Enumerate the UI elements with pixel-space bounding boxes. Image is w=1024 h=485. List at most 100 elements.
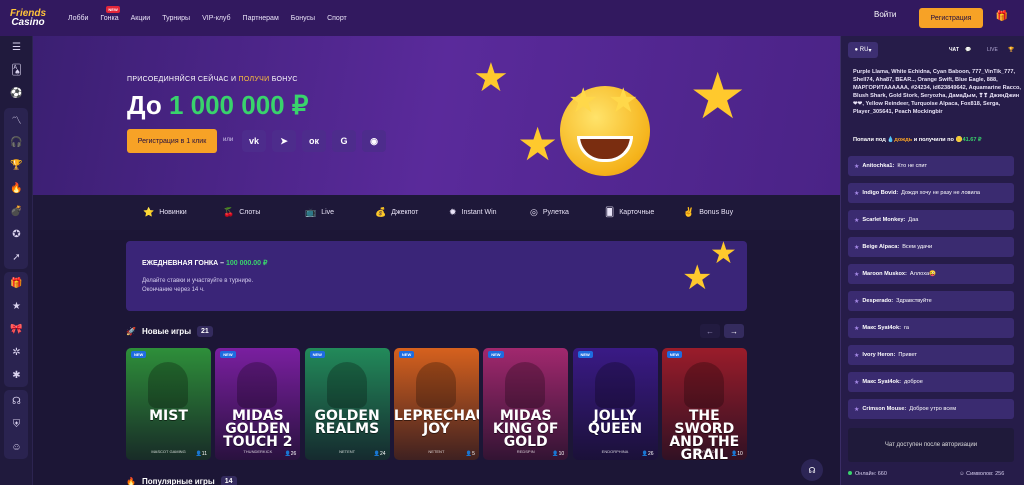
game-card[interactable]: NEW MIDAS GOLDEN TOUCH 2 THUNDERKICK 👤26 xyxy=(215,348,301,460)
category-roulette[interactable]: ◎ Рулетка xyxy=(530,195,569,230)
football-icon[interactable]: ⚽ xyxy=(0,82,33,105)
hero-banner[interactable]: ПРИСОЕДИНЯЙСЯ СЕЙЧАС И ПОЛУЧИ БОНУС До 1… xyxy=(33,36,840,195)
chat-username[interactable]: Ivory Heron: xyxy=(862,352,895,358)
lightning-icon[interactable]: ✱ xyxy=(4,364,29,387)
nav-race[interactable]: Гонка NEW xyxy=(94,5,124,22)
game-card[interactable]: NEW MIDAS KING OF GOLD REDSPIN 👤10 xyxy=(483,348,569,460)
chat-message: ★ Макс Syat4ok: ra xyxy=(848,318,1014,338)
daily-race-banner[interactable]: ЕЖЕДНЕВНАЯ ГОНКА – 100 000.00 ₽ Делайте … xyxy=(126,241,747,311)
players-count: 👤10 xyxy=(731,451,743,457)
section-count: 21 xyxy=(197,325,213,337)
login-link[interactable]: Войти xyxy=(874,10,896,19)
fire-icon[interactable]: 🔥 xyxy=(4,177,29,200)
present-icon[interactable]: 🎀 xyxy=(4,318,29,341)
trophy-icon[interactable]: 🏆 xyxy=(4,154,29,177)
game-title: LEPRECHAUN JOY xyxy=(393,408,479,437)
language-selector[interactable]: ● RU ▾ xyxy=(848,42,878,58)
vk-icon[interactable]: vk xyxy=(242,130,266,152)
category-cards[interactable]: 🂠 Карточные xyxy=(605,195,654,230)
chat-disabled-notice: Чат доступен после авторизации xyxy=(848,428,1014,462)
chat-text: Здравствуйте xyxy=(896,298,932,304)
chat-username[interactable]: Desperado: xyxy=(862,298,893,304)
game-card[interactable]: NEW MIST MASCOT GAMING 👤11 xyxy=(126,348,211,460)
chat-message: ★ Scarlet Monkey: Даа xyxy=(848,210,1014,230)
nav-promotions[interactable]: Акции xyxy=(125,15,157,22)
cherry-icon: 🍒 xyxy=(223,207,235,217)
next-arrow-button[interactable]: → xyxy=(724,324,744,338)
roulette-icon: ◎ xyxy=(530,207,538,217)
odnoklassniki-icon[interactable]: ок xyxy=(302,130,326,152)
chat-text: доброе xyxy=(903,379,923,385)
game-character-art xyxy=(594,362,635,408)
category-bonus-buy[interactable]: ✌ Bonus Buy xyxy=(683,195,733,230)
chat-username[interactable]: Макс Syat4ok: xyxy=(862,379,901,385)
register-button[interactable]: Регистрация xyxy=(919,8,983,28)
chat-username[interactable]: Макс Syat4ok: xyxy=(862,325,901,331)
new-badge: NEW xyxy=(398,351,415,358)
nav-lobby[interactable]: Лобби xyxy=(62,15,94,22)
tab-chat[interactable]: ЧАТ xyxy=(949,47,959,53)
chat-username[interactable]: Indigo Bovid: xyxy=(862,190,898,196)
account-icon[interactable]: ☺ xyxy=(4,436,29,459)
cards-icon[interactable]: 🂡 xyxy=(0,59,33,82)
game-card[interactable]: NEWTHE SWORD AND THE GRAIL EXCALIBURPLAY… xyxy=(661,348,747,460)
chat-text: Аллоха😜 xyxy=(909,271,937,277)
nav-sport[interactable]: Спорт xyxy=(321,15,353,22)
rocket-icon[interactable]: ➚ xyxy=(4,246,29,269)
nav-tournaments[interactable]: Турниры xyxy=(156,15,196,22)
section-title: Новые игры xyxy=(141,326,192,336)
nav-bonuses[interactable]: Бонусы xyxy=(285,15,321,22)
rain-summary: Попали под 💧дождь и получили по 🪙41.67 ₽ xyxy=(853,137,982,143)
chat-message: ★ Макс Syat4ok: доброе xyxy=(848,372,1014,392)
burst-icon: ✹ xyxy=(449,207,457,217)
new-badge: NEW xyxy=(131,351,147,358)
google-icon[interactable]: G xyxy=(332,130,356,152)
category-slots[interactable]: 🍒 Слоты xyxy=(223,195,260,230)
favorite-icon[interactable]: ★ xyxy=(4,295,29,318)
nav-partners[interactable]: Партнерам xyxy=(237,15,285,22)
chat-username[interactable]: Beige Alpaca: xyxy=(862,244,899,250)
game-card[interactable]: NEWLEPRECHAUN JOYNETENT👤5 xyxy=(393,348,479,460)
category-live[interactable]: 📺 Live xyxy=(305,195,334,230)
chat-bubble-icon[interactable]: 💬 xyxy=(965,47,971,53)
game-card[interactable]: NEW JOLLY QUEEN ENDORPHINA 👤26 xyxy=(572,348,658,460)
category-new[interactable]: ⭐ Новинки xyxy=(143,195,187,230)
category-jackpot[interactable]: 💰 Джекпот xyxy=(375,195,418,230)
star-decoration-icon: ★ xyxy=(710,241,737,270)
players-count: 👤10 xyxy=(552,451,565,457)
headphones-icon[interactable]: 🎧 xyxy=(4,131,29,154)
main-nav: Лобби Гонка NEW Акции Турниры VIP-клуб Па… xyxy=(62,5,353,22)
star-decoration-icon: ★ xyxy=(517,118,559,170)
new-games-header: 🚀 Новые игры 21 xyxy=(126,324,213,338)
category-instant-win[interactable]: ✹ Instant Win xyxy=(449,195,497,230)
star-icon[interactable]: ✪ xyxy=(4,223,29,246)
chat-text: Дождя хочу не разу не ловила xyxy=(901,190,981,196)
menu-icon[interactable]: ☰ xyxy=(0,36,33,59)
chat-username[interactable]: Crimson Mouse: xyxy=(862,406,906,412)
gift-box-icon[interactable]: 🎁 xyxy=(4,272,29,295)
chat-username[interactable]: Maroon Muskox: xyxy=(862,271,906,277)
gift-icon[interactable]: 🎁 xyxy=(995,10,1009,24)
prev-arrow-button[interactable]: ← xyxy=(700,324,720,338)
wheel-icon[interactable]: ✲ xyxy=(4,341,29,364)
rank-star-icon: ★ xyxy=(854,325,860,332)
tab-live[interactable]: LIVE xyxy=(987,47,998,53)
chat-username[interactable]: Anitochka1: xyxy=(862,163,894,169)
trending-icon[interactable]: 〽 xyxy=(4,108,29,131)
shield-icon[interactable]: ⛨ xyxy=(4,413,29,436)
chat-username[interactable]: Scarlet Monkey: xyxy=(862,217,905,223)
support-chat-button[interactable]: ☊ xyxy=(801,459,823,481)
rank-star-icon: ★ xyxy=(854,244,860,251)
rain-winners: Purple Llama, White Echidna, Cyan Baboon… xyxy=(853,69,1021,115)
nav-vip-club[interactable]: VIP-клуб xyxy=(196,15,236,22)
online-count: Онлайн: 660 xyxy=(848,471,887,477)
game-card[interactable]: NEW GOLDEN REALMS NETENT 👤24 xyxy=(304,348,390,460)
support-icon[interactable]: ☊ xyxy=(4,390,29,413)
steam-icon[interactable]: ◉ xyxy=(362,130,386,152)
telegram-icon[interactable]: ➤ xyxy=(272,130,296,152)
trophy-icon[interactable]: 🏆 xyxy=(1008,47,1014,53)
bomb-icon[interactable]: 💣 xyxy=(4,200,29,223)
new-badge: NEW xyxy=(309,351,325,358)
logo[interactable]: Friends Casino xyxy=(0,0,56,36)
register-one-click-button[interactable]: Регистрация в 1 клик xyxy=(127,129,217,153)
